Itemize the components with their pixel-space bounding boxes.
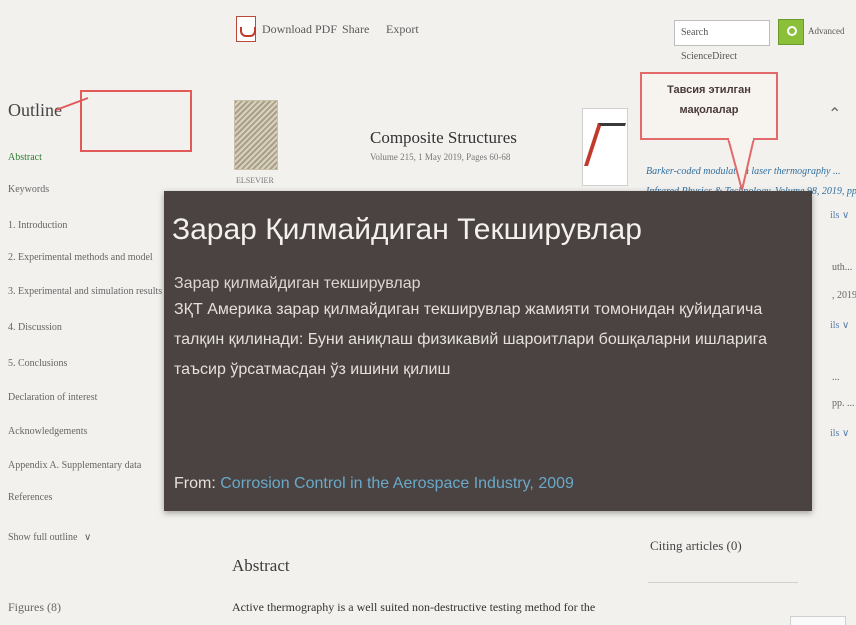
- outline-item-methods[interactable]: 2. Experimental methods and model: [8, 252, 153, 263]
- journal-cover-thumbnail: [582, 108, 628, 186]
- journal-meta: Volume 215, 1 May 2019, Pages 60-68: [370, 152, 511, 162]
- details-label: ils: [830, 320, 840, 331]
- popup-from-label: From:: [174, 475, 216, 492]
- outline-item-conclusions[interactable]: 5. Conclusions: [8, 358, 67, 369]
- divider: [648, 582, 798, 583]
- annotation-box-outline: [80, 90, 192, 152]
- journal-title[interactable]: Composite Structures: [370, 128, 517, 148]
- recommended-article-3-line1[interactable]: ...: [832, 372, 840, 383]
- annotation-arrow-outline: [55, 97, 89, 111]
- outline-item-abstract[interactable]: Abstract: [8, 152, 42, 163]
- search-input[interactable]: Search ScienceDirect: [674, 20, 770, 62]
- search-button[interactable]: [778, 19, 804, 45]
- download-pdf-link[interactable]: Download PDF: [262, 22, 337, 37]
- chevron-down-icon: ∨: [83, 532, 92, 543]
- recommended-article-2-line2: , 2019, ...: [832, 290, 856, 301]
- recommended-article-2-line1[interactable]: uth...: [832, 262, 852, 273]
- outline-item-appendix[interactable]: Appendix A. Supplementary data: [8, 460, 141, 471]
- recommended-details-2[interactable]: ils ∨: [830, 320, 849, 331]
- popup-subtitle: Зарар қилмайдиган текширувлар: [174, 275, 421, 292]
- export-link[interactable]: Export: [386, 22, 419, 37]
- popup-body: ЗҚТ Америка зарар қилмайдиган текширувла…: [174, 301, 768, 378]
- callout-line-1: Тавсия этилган: [667, 84, 751, 96]
- advanced-search-link[interactable]: Advanced: [808, 26, 844, 36]
- pdf-icon[interactable]: [236, 16, 256, 42]
- elsevier-logo: [234, 100, 278, 170]
- show-full-outline-link[interactable]: Show full outline ∨: [8, 532, 91, 543]
- annotation-callout-pointer: [726, 138, 756, 191]
- abstract-text: Active thermography is a well suited non…: [232, 600, 596, 614]
- citing-articles-header[interactable]: Citing articles (0): [650, 538, 742, 554]
- figures-link[interactable]: Figures (8): [8, 600, 61, 615]
- collapse-icon[interactable]: ⌃: [828, 104, 841, 124]
- definition-popup: Зарар Қилмайдиган Текширувлар Зарар қилм…: [164, 191, 812, 511]
- outline-item-declaration[interactable]: Declaration of interest: [8, 392, 97, 403]
- recommended-article-3-line2: pp. ...: [832, 398, 855, 409]
- bottom-right-widget[interactable]: [790, 616, 846, 625]
- details-label: ils: [830, 210, 840, 221]
- outline-item-introduction[interactable]: 1. Introduction: [8, 220, 67, 231]
- elsevier-wordmark: ELSEVIER: [236, 176, 274, 185]
- abstract-heading: Abstract: [232, 556, 290, 575]
- chevron-down-icon: ∨: [841, 210, 850, 221]
- share-link[interactable]: Share: [342, 22, 369, 37]
- outline-item-acknowledgements[interactable]: Acknowledgements: [8, 426, 87, 437]
- recommended-details-3[interactable]: ils ∨: [830, 428, 849, 439]
- outline-item-discussion[interactable]: 4. Discussion: [8, 322, 62, 333]
- callout-line-2: мақолалар: [679, 104, 739, 116]
- outline-item-results[interactable]: 3. Experimental and simulation results: [8, 286, 162, 297]
- recommended-details-1[interactable]: ils ∨: [830, 210, 849, 221]
- details-label: ils: [830, 428, 840, 439]
- chevron-down-icon: ∨: [841, 428, 850, 439]
- show-full-outline-label: Show full outline: [8, 532, 78, 543]
- popup-source: From: Corrosion Control in the Aerospace…: [174, 475, 574, 493]
- outline-item-keywords[interactable]: Keywords: [8, 184, 49, 195]
- annotation-callout: Тавсия этилган мақолалар: [640, 72, 778, 140]
- popup-source-link[interactable]: Corrosion Control in the Aerospace Indus…: [220, 475, 574, 492]
- popup-title: Зарар Қилмайдиган Текширувлар: [172, 213, 642, 246]
- chevron-down-icon: ∨: [841, 320, 850, 331]
- outline-item-references[interactable]: References: [8, 492, 52, 503]
